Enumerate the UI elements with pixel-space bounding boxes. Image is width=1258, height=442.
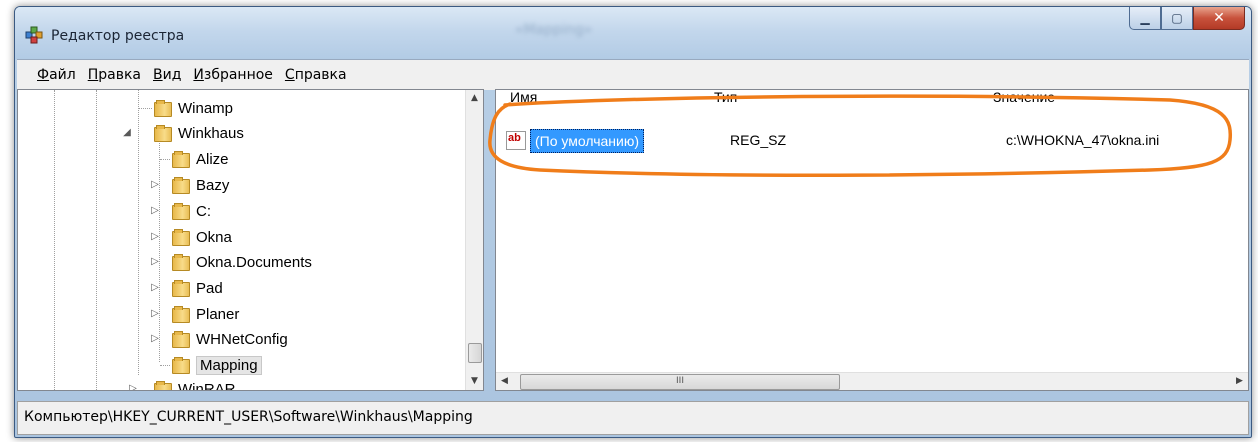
tree-item-alize[interactable]: Alize — [160, 147, 229, 171]
tree-item-winamp[interactable]: Winamp — [138, 96, 233, 120]
tree-vertical-scrollbar[interactable]: ▲ ▼ — [465, 90, 483, 390]
values-list[interactable]: Имя Тип Значение ab (По умолчанию) REG_S… — [495, 89, 1249, 391]
folder-icon — [172, 177, 190, 194]
close-button[interactable]: ✕ — [1193, 7, 1245, 30]
folder-icon — [172, 203, 190, 220]
expand-arrow-icon[interactable]: ▷ — [150, 308, 160, 319]
scroll-down-icon[interactable]: ▼ — [466, 373, 483, 390]
tree-item-c[interactable]: ▷ C: — [150, 199, 211, 223]
tree-item-bazy[interactable]: ▷ Bazy — [150, 173, 229, 197]
menu-favorites[interactable]: Избранное — [193, 67, 273, 83]
value-name[interactable]: (По умолчанию) — [530, 129, 645, 153]
scrollbar-thumb[interactable] — [468, 343, 482, 363]
maximize-icon: ▢ — [1171, 11, 1183, 25]
value-data: c:\WHOKNA_47\okna.ini — [1006, 132, 1160, 148]
menu-view[interactable]: Вид — [153, 67, 181, 83]
title-bar[interactable]: Редактор реестра «Mapping» ▁ ▢ ✕ — [15, 7, 1251, 59]
close-icon: ✕ — [1213, 10, 1225, 26]
tree-item-selected-label: Mapping — [196, 355, 262, 375]
expand-arrow-icon[interactable]: ▷ — [150, 231, 160, 242]
folder-icon — [172, 306, 190, 323]
blurred-caption: «Mapping» — [515, 22, 593, 38]
folder-icon — [172, 151, 190, 168]
value-type: REG_SZ — [730, 132, 787, 148]
folder-icon — [172, 254, 190, 271]
scrollbar-thumb[interactable]: III — [520, 374, 840, 390]
menu-help[interactable]: Справка — [285, 67, 347, 83]
menu-bar: Файл Правка Вид Избранное Справка — [17, 59, 1249, 90]
folder-icon — [172, 280, 190, 297]
menu-edit[interactable]: Правка — [88, 67, 141, 83]
folder-icon — [154, 381, 172, 390]
expand-arrow-icon[interactable]: ▷ — [150, 179, 160, 190]
registry-editor-icon — [25, 26, 43, 44]
expand-arrow-icon[interactable]: ▷ — [150, 333, 160, 344]
minimize-icon: ▁ — [1140, 11, 1150, 25]
expand-arrow-icon[interactable]: ▷ — [128, 383, 138, 390]
tree-item-whnetconfig[interactable]: ▷ WHNetConfig — [150, 327, 288, 351]
folder-icon — [154, 125, 172, 142]
scroll-right-icon[interactable]: ▶ — [1231, 373, 1248, 390]
registry-tree[interactable]: Winamp ◢ Winkhaus Alize ▷ Bazy ▷ C: ▷ Ok… — [17, 89, 484, 391]
folder-icon — [172, 331, 190, 348]
registry-editor-window: Редактор реестра «Mapping» ▁ ▢ ✕ Файл Пр… — [14, 6, 1252, 438]
folder-icon — [172, 229, 190, 246]
tree-guide-line — [96, 90, 97, 390]
registry-value-row[interactable]: ab (По умолчанию) REG_SZ c:\WHOKNA_47\ok… — [500, 128, 1240, 153]
scroll-left-icon[interactable]: ◀ — [496, 373, 513, 390]
scroll-up-icon[interactable]: ▲ — [466, 90, 483, 107]
maximize-button[interactable]: ▢ — [1161, 7, 1193, 30]
expand-arrow-icon[interactable]: ▷ — [150, 256, 160, 267]
folder-icon — [172, 357, 190, 374]
status-path: Компьютер\HKEY_CURRENT_USER\Software\Win… — [24, 409, 473, 425]
tree-item-winkhaus[interactable]: ◢ Winkhaus — [122, 121, 244, 145]
minimize-button[interactable]: ▁ — [1129, 7, 1161, 30]
values-horizontal-scrollbar[interactable]: ◀ III ▶ — [496, 372, 1248, 390]
string-value-icon: ab — [506, 131, 526, 150]
tree-guide-line — [54, 90, 55, 390]
tree-item-winrar[interactable]: ▷ WinRAR — [122, 377, 236, 390]
tree-item-okna-documents[interactable]: ▷ Okna.Documents — [150, 250, 312, 274]
folder-icon — [154, 100, 172, 117]
tree-item-planer[interactable]: ▷ Planer — [150, 302, 239, 326]
collapse-arrow-icon[interactable]: ◢ — [122, 127, 132, 138]
expand-arrow-icon[interactable]: ▷ — [150, 205, 160, 216]
column-header-type[interactable]: Тип — [714, 90, 737, 106]
window-title: Редактор реестра — [51, 28, 185, 44]
tree-item-okna[interactable]: ▷ Okna — [150, 225, 232, 249]
tree-item-mapping[interactable]: Mapping — [160, 353, 262, 377]
column-header-value[interactable]: Значение — [993, 90, 1055, 106]
menu-file[interactable]: Файл — [37, 67, 76, 83]
tree-item-pad[interactable]: ▷ Pad — [150, 276, 223, 300]
expand-arrow-icon[interactable]: ▷ — [150, 282, 160, 293]
column-header-name[interactable]: Имя — [510, 90, 537, 106]
status-bar: Компьютер\HKEY_CURRENT_USER\Software\Win… — [17, 401, 1249, 435]
